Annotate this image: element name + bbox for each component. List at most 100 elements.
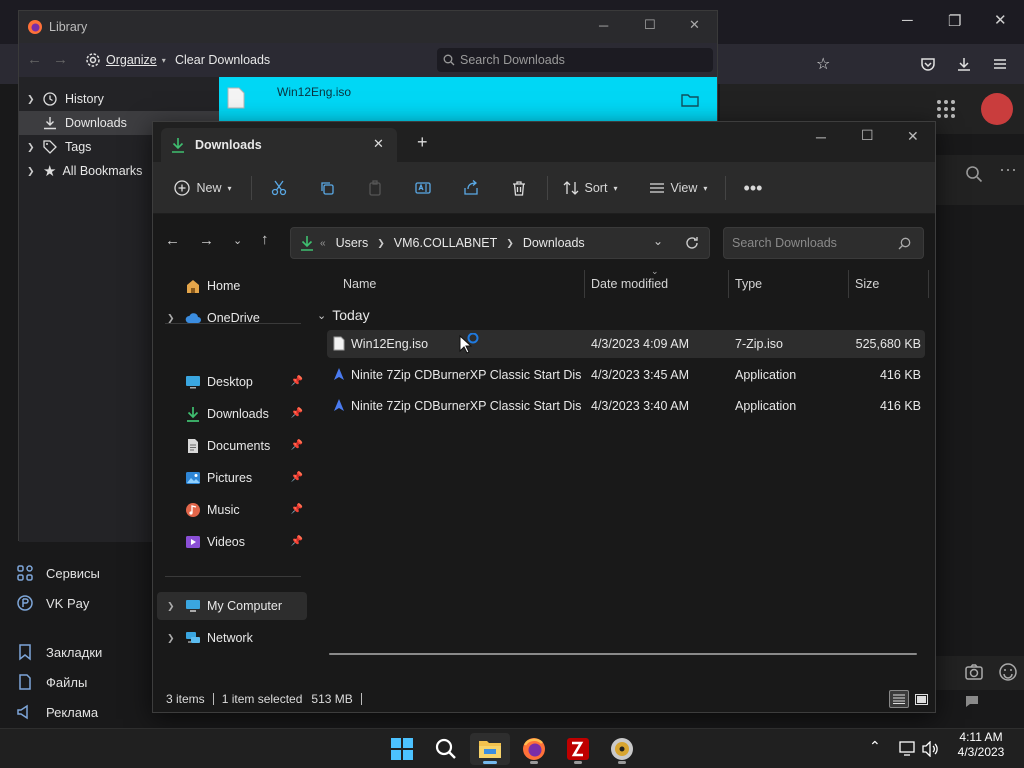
library-item-history[interactable]: ❯ History [19, 87, 219, 111]
avatar[interactable] [981, 93, 1013, 125]
column-resize-handle[interactable] [848, 270, 849, 298]
copy-button[interactable] [311, 172, 343, 204]
close-icon[interactable]: ✕ [907, 128, 919, 145]
close-tab-icon[interactable]: ✕ [373, 136, 384, 152]
library-search-box[interactable]: Search Downloads [437, 48, 713, 72]
refresh-icon[interactable] [685, 236, 699, 250]
column-resize-handle[interactable] [928, 270, 929, 298]
up-icon[interactable]: ↑ [261, 231, 269, 248]
download-item[interactable]: Win12Eng.iso [219, 77, 717, 121]
breadcrumb-users[interactable]: Users [336, 236, 369, 250]
taskbar-file-explorer[interactable] [470, 733, 510, 765]
close-icon[interactable]: ✕ [689, 17, 700, 33]
back-icon[interactable]: ← [27, 51, 42, 68]
chevron-down-icon[interactable]: ⌄ [653, 234, 663, 248]
column-header-size[interactable]: Size [855, 270, 879, 298]
clear-downloads-button[interactable]: Clear Downloads [175, 53, 270, 67]
back-icon[interactable]: ← [165, 232, 180, 249]
nav-item-my-computer[interactable]: ❯ My Computer [157, 592, 307, 620]
search-button[interactable] [426, 733, 466, 765]
tab-downloads[interactable]: Downloads ✕ [161, 128, 397, 162]
nav-item-videos[interactable]: Videos 📌 [157, 528, 307, 556]
nav-item-downloads[interactable]: Downloads 📌 [157, 400, 307, 428]
nav-item-documents[interactable]: Documents 📌 [157, 432, 307, 460]
column-header-name[interactable]: Name [343, 270, 376, 298]
new-tab-icon[interactable]: + [417, 132, 428, 153]
taskbar-filezilla[interactable] [558, 733, 598, 765]
menu-icon[interactable] [992, 56, 1008, 72]
maximize-icon[interactable]: ☐ [861, 127, 874, 144]
pin-icon: 📌 [290, 376, 303, 387]
share-button[interactable] [455, 172, 487, 204]
camera-icon[interactable] [964, 662, 984, 682]
tag-icon [43, 140, 57, 154]
new-button[interactable]: New ▾ [167, 172, 239, 204]
horizontal-scrollbar[interactable] [329, 653, 917, 655]
address-bar[interactable]: « Users ❯ VM6.COLLABNET ❯ Downloads ⌄ [290, 227, 710, 259]
network-status-icon[interactable] [899, 741, 917, 757]
chevron-right-icon: ❯ [27, 93, 35, 104]
chat-icon[interactable] [964, 694, 980, 708]
pocket-icon[interactable] [920, 56, 936, 72]
column-header-type[interactable]: Type [735, 270, 762, 298]
rename-button[interactable] [407, 172, 439, 204]
nav-item-home[interactable]: Home [157, 272, 307, 300]
clock[interactable]: 4:11 AM 4/3/2023 [950, 730, 1012, 760]
forward-icon[interactable]: → [199, 232, 214, 249]
nav-item-desktop[interactable]: Desktop 📌 [157, 368, 307, 396]
vk-menu-bookmarks[interactable]: Закладки [0, 637, 152, 667]
folder-icon[interactable] [681, 93, 699, 107]
close-icon[interactable]: ✕ [994, 11, 1007, 29]
breadcrumb-downloads[interactable]: Downloads [523, 236, 585, 250]
minimize-icon[interactable]: ─ [599, 18, 608, 33]
taskbar: ⌃ 4:11 AM 4/3/2023 [0, 728, 1024, 768]
download-icon[interactable] [956, 56, 972, 72]
nav-item-onedrive[interactable]: ❯ OneDrive [157, 304, 307, 332]
minimize-icon[interactable]: ─ [902, 12, 913, 29]
more-options-icon[interactable]: ••• [737, 172, 769, 204]
search-icon[interactable] [965, 165, 983, 183]
organize-button[interactable]: Organize ▾ [85, 50, 166, 70]
table-row[interactable]: Ninite 7Zip CDBurnerXP Classic Start Dis… [327, 361, 925, 389]
nav-item-music[interactable]: Music 📌 [157, 496, 307, 524]
nav-item-network[interactable]: ❯ Network [157, 624, 307, 652]
breadcrumb-vm6[interactable]: VM6.COLLABNET [394, 236, 498, 250]
sort-button[interactable]: Sort ▾ [557, 172, 623, 204]
apps-grid-icon[interactable] [936, 99, 956, 119]
star-icon[interactable]: ☆ [816, 54, 830, 74]
vk-menu-vkpay[interactable]: VK Pay [0, 588, 152, 618]
taskbar-firefox[interactable] [514, 733, 554, 765]
network-icon [186, 632, 200, 643]
forward-icon[interactable]: → [53, 51, 68, 68]
vk-menu-ads[interactable]: Реклама [0, 697, 152, 727]
table-row[interactable]: Ninite 7Zip CDBurnerXP Classic Start Dis… [327, 392, 925, 420]
vk-menu-files[interactable]: Файлы [0, 667, 152, 697]
maximize-icon[interactable]: ☐ [644, 17, 656, 33]
group-header-today[interactable]: ⌄ Today [317, 304, 370, 326]
column-resize-handle[interactable] [584, 270, 585, 298]
start-button[interactable] [382, 733, 422, 765]
nav-item-pictures[interactable]: Pictures 📌 [157, 464, 307, 492]
more-icon[interactable]: ··· [999, 159, 1017, 180]
minimize-icon[interactable]: ─ [816, 129, 826, 145]
tiles-view-button[interactable] [911, 690, 931, 708]
volume-icon[interactable] [922, 741, 940, 757]
library-item-label: All Bookmarks [62, 164, 143, 178]
cut-button[interactable] [263, 172, 295, 204]
library-title-bar: Library ─ ☐ ✕ [19, 11, 717, 43]
chevron-up-icon[interactable]: ⌃ [869, 738, 881, 755]
delete-button[interactable] [503, 172, 535, 204]
view-button[interactable]: View ▾ [643, 172, 713, 204]
table-row[interactable]: Win12Eng.iso 4/3/2023 4:09 AM 7-Zip.iso … [327, 330, 925, 358]
search-input[interactable]: Search Downloads [723, 227, 924, 259]
restore-icon[interactable]: ❐ [948, 12, 961, 30]
recent-locations-icon[interactable]: ⌄ [233, 234, 242, 247]
overflow-icon[interactable]: « [320, 238, 326, 249]
emoji-icon[interactable] [998, 662, 1018, 682]
column-resize-handle[interactable] [728, 270, 729, 298]
vk-menu-services[interactable]: Сервисы [0, 558, 152, 588]
details-view-button[interactable] [889, 690, 909, 708]
firefox-icon [523, 738, 545, 760]
taskbar-disc-app[interactable] [602, 733, 642, 765]
paste-button[interactable] [359, 172, 391, 204]
